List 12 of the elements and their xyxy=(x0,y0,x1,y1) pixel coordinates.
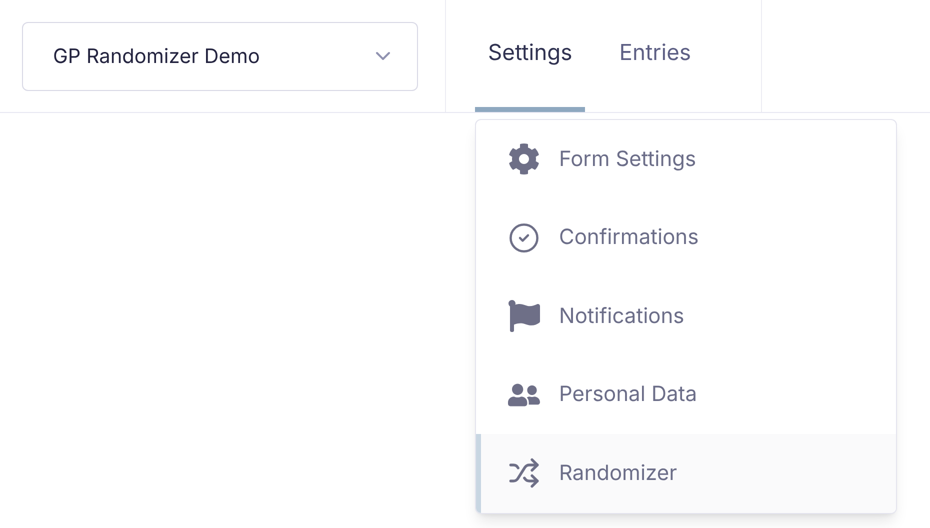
shuffle-icon xyxy=(508,457,540,490)
menu-item[interactable]: Personal Data xyxy=(476,356,896,434)
menu-item[interactable]: Notifications xyxy=(476,277,896,356)
flag-icon xyxy=(508,300,540,332)
gear-icon xyxy=(508,143,540,176)
menu-item[interactable]: Randomizer xyxy=(476,434,896,512)
tab[interactable]: Settings xyxy=(475,0,586,112)
check-circle-icon xyxy=(508,222,540,254)
menu-item[interactable]: Confirmations xyxy=(476,198,896,277)
tab[interactable]: Entries xyxy=(619,0,692,112)
menu-item[interactable]: Form Settings xyxy=(476,120,896,198)
form-selector[interactable]: GP Randomizer Demo xyxy=(22,22,418,90)
